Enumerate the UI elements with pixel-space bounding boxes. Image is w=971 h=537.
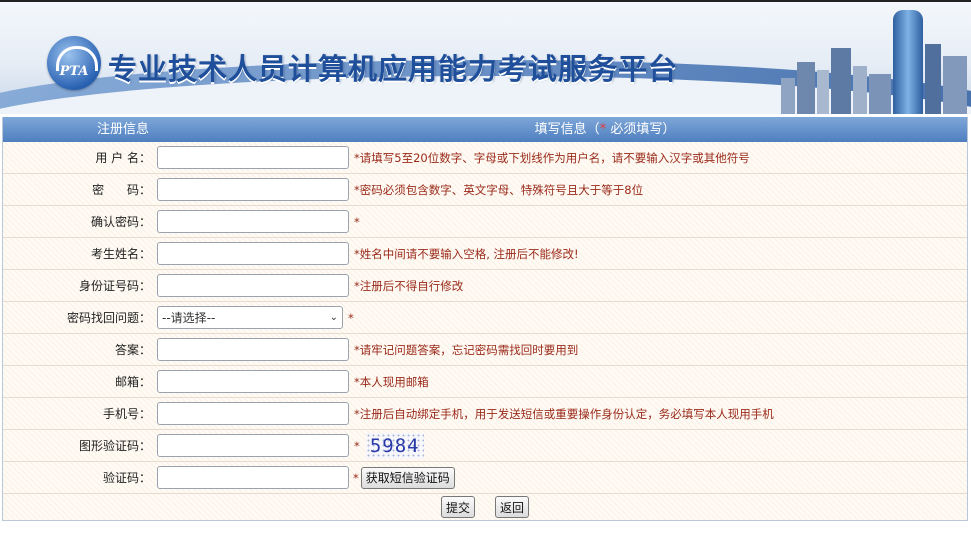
email-hint: *本人现用邮箱 [354, 374, 429, 389]
real-name-hint: *姓名中间请不要输入空格, 注册后不能修改! [354, 246, 579, 261]
chevron-down-icon: ⌄ [329, 312, 338, 323]
sms-code-hint: * [353, 470, 359, 485]
action-row: 提交 返回 [3, 494, 967, 520]
row-password: 密 码： *密码必须包含数字、英文字母、特殊符号且大于等于8位 [3, 174, 967, 206]
id-number-hint: *注册后不得自行修改 [354, 278, 464, 293]
security-question-select[interactable]: --请选择-- ⌄ [157, 306, 343, 329]
logo-text: PTA [59, 64, 89, 79]
security-question-hint: * [348, 310, 354, 325]
sms-code-label: 验证码： [102, 471, 151, 485]
id-number-input[interactable] [157, 274, 349, 297]
site-banner: PTA 专业技术人员计算机应用能力考试服务平台 [0, 2, 971, 114]
id-number-label: 身份证号码： [78, 279, 151, 293]
email-label: 邮箱： [114, 375, 151, 389]
security-question-label: 密码找回问题： [66, 311, 151, 325]
confirm-password-label: 确认密码： [90, 215, 151, 229]
back-button[interactable]: 返回 [495, 496, 530, 518]
real-name-label: 考生姓名： [90, 247, 151, 261]
security-question-selected: --请选择-- [162, 311, 216, 325]
password-input[interactable] [157, 178, 349, 201]
captcha-hint: * [354, 438, 360, 453]
password-label: 密 码： [92, 183, 151, 197]
row-security-question: 密码找回问题： --请选择-- ⌄ * [3, 302, 967, 334]
row-confirm-password: 确认密码： * [3, 206, 967, 238]
get-sms-code-button[interactable]: 获取短信验证码 [360, 466, 455, 489]
confirm-password-hint: * [354, 214, 360, 229]
header-fill-info: 填写信息（* 必须填写） [534, 122, 676, 137]
answer-input[interactable] [157, 338, 349, 361]
header-register-info: 注册信息 [96, 122, 149, 137]
captcha-input[interactable] [157, 434, 349, 457]
answer-label: 答案： [114, 343, 151, 357]
sms-code-input[interactable] [157, 466, 349, 489]
captcha-label: 图形验证码： [78, 439, 151, 453]
real-name-input[interactable] [157, 242, 349, 265]
phone-input[interactable] [157, 402, 349, 425]
row-phone: 手机号： *注册后自动绑定手机，用于发送短信或重要操作身份认定，务必填写本人现用… [3, 398, 967, 430]
submit-button[interactable]: 提交 [440, 496, 475, 518]
registration-form: 注册信息 填写信息（* 必须填写） 用 户 名： *请填写5至20位数字、字母或… [2, 117, 968, 521]
row-real-name: 考生姓名： *姓名中间请不要输入空格, 注册后不能修改! [3, 238, 967, 270]
row-sms-code: 验证码： * 获取短信验证码 [3, 462, 967, 494]
username-input[interactable] [157, 146, 349, 169]
phone-hint: *注册后自动绑定手机，用于发送短信或重要操作身份认定，务必填写本人现用手机 [354, 406, 774, 421]
answer-hint: *请牢记问题答案，忘记密码需找回时要用到 [354, 342, 579, 357]
row-answer: 答案： *请牢记问题答案，忘记密码需找回时要用到 [3, 334, 967, 366]
captcha-image[interactable]: 5984 [365, 432, 424, 459]
confirm-password-input[interactable] [157, 210, 349, 233]
row-email: 邮箱： *本人现用邮箱 [3, 366, 967, 398]
site-logo: PTA [47, 36, 101, 90]
row-id-number: 身份证号码： *注册后不得自行修改 [3, 270, 967, 302]
username-hint: *请填写5至20位数字、字母或下划线作为用户名，请不要输入汉字或其他符号 [354, 150, 750, 165]
row-username: 用 户 名： *请填写5至20位数字、字母或下划线作为用户名，请不要输入汉字或其… [3, 142, 967, 174]
captcha-image-text: 5984 [369, 434, 420, 457]
phone-label: 手机号： [102, 407, 151, 421]
email-input[interactable] [157, 370, 349, 393]
username-label: 用 户 名： [95, 151, 151, 165]
row-captcha: 图形验证码： * 5984 [3, 430, 967, 462]
site-title: 专业技术人员计算机应用能力考试服务平台 [108, 52, 679, 86]
password-hint: *密码必须包含数字、英文字母、特殊符号且大于等于8位 [354, 182, 644, 197]
form-header: 注册信息 填写信息（* 必须填写） [3, 117, 967, 142]
city-skyline-image [771, 2, 971, 114]
